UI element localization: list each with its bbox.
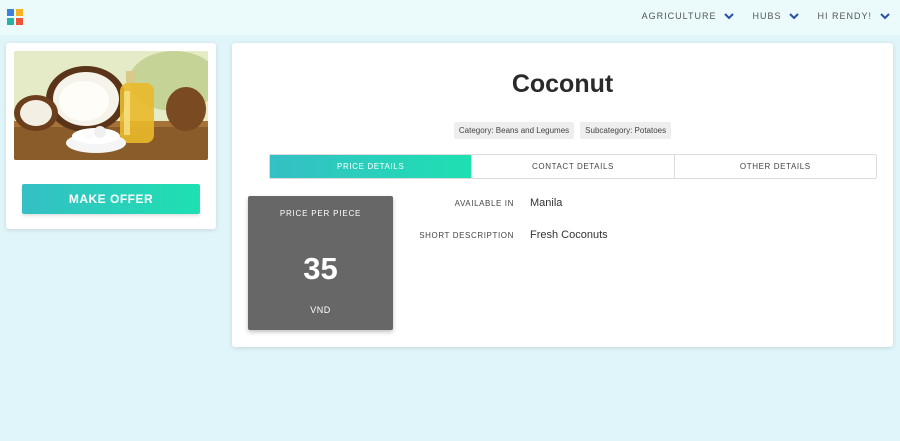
nav-user-menu[interactable]: HI RENDY!: [817, 11, 890, 21]
nav-hubs[interactable]: HUBS: [752, 11, 800, 21]
nav-user-label: HI RENDY!: [817, 11, 872, 21]
detail-value: Manila: [530, 197, 563, 209]
app-logo-icon[interactable]: [7, 9, 24, 26]
tab-price-details[interactable]: PRICE DETAILS: [270, 155, 472, 178]
nav-agriculture[interactable]: AGRICULTURE: [642, 11, 735, 21]
detail-value: Fresh Coconuts: [530, 229, 608, 241]
chevron-down-icon: [724, 13, 735, 20]
nav-agriculture-label: AGRICULTURE: [641, 11, 717, 21]
detail-tabs: PRICE DETAILS CONTACT DETAILS OTHER DETA…: [269, 154, 877, 179]
tab-contact-details[interactable]: CONTACT DETAILS: [471, 155, 673, 178]
top-bar: AGRICULTURE HUBS HI RENDY!: [0, 0, 900, 35]
nav-hubs-label: HUBS: [752, 11, 782, 21]
detail-row-available-in: AVAILABLE IN Manila: [402, 197, 563, 209]
product-image-card: MAKE OFFER: [6, 43, 216, 229]
detail-row-short-description: SHORT DESCRIPTION Fresh Coconuts: [402, 229, 608, 241]
detail-key: AVAILABLE IN: [454, 199, 514, 208]
product-tags: Category: Beans and Legumes Subcategory:…: [232, 122, 893, 139]
product-detail-card: Coconut Category: Beans and Legumes Subc…: [232, 43, 893, 347]
top-nav: AGRICULTURE HUBS HI RENDY!: [642, 11, 890, 21]
price-label: PRICE PER PIECE: [279, 209, 362, 218]
tab-other-details[interactable]: OTHER DETAILS: [673, 155, 876, 178]
product-title: Coconut: [511, 70, 614, 98]
chevron-down-icon: [880, 13, 890, 20]
subcategory-badge: Subcategory: Potatoes: [580, 122, 672, 139]
coconut-image-illustration: [14, 51, 208, 160]
product-image: [14, 51, 208, 160]
make-offer-button[interactable]: MAKE OFFER: [22, 184, 200, 214]
price-currency: VND: [310, 305, 331, 315]
price-box: PRICE PER PIECE 35 VND: [248, 196, 393, 330]
detail-key: SHORT DESCRIPTION: [419, 231, 514, 240]
price-value: 35: [303, 251, 338, 286]
chevron-down-icon: [789, 13, 800, 20]
category-badge: Category: Beans and Legumes: [453, 122, 575, 139]
